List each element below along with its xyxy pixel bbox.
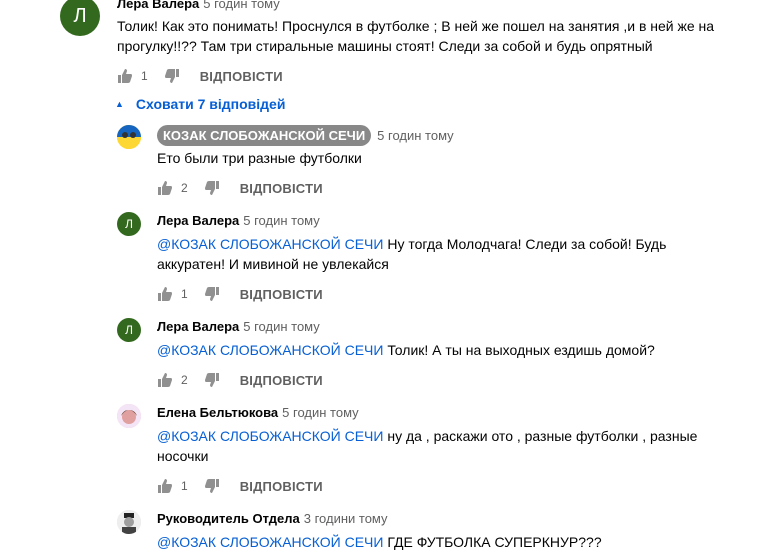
comment-header: Лера Валера 5 годин тому <box>157 319 320 334</box>
timestamp[interactable]: 5 годин тому <box>377 128 454 143</box>
mention-link[interactable]: @КОЗАК СЛОБОЖАНСКОЙ СЕЧИ <box>157 428 383 444</box>
reply-button[interactable]: ВІДПОВІСТИ <box>240 181 323 196</box>
author-name[interactable]: Руководитель Отдела <box>157 511 300 526</box>
dislike-icon[interactable] <box>164 68 180 84</box>
comment-text: @КОЗАК СЛОБОЖАНСКОЙ СЕЧИ Толик! А ты на … <box>157 340 717 360</box>
comment-text: Толик! Как это понимать! Проснулся в фут… <box>117 18 715 54</box>
comment-text: @КОЗАК СЛОБОЖАНСКОЙ СЕЧИ Ну тогда Молодч… <box>157 234 697 274</box>
mention-link[interactable]: @КОЗАК СЛОБОЖАНСКОЙ СЕЧИ <box>157 534 383 550</box>
like-icon[interactable] <box>117 68 133 84</box>
comment-header: КОЗАК СЛОБОЖАНСКОЙ СЕЧИ 5 годин тому <box>157 125 454 146</box>
avatar[interactable]: Л <box>117 212 141 236</box>
avatar-letter: Л <box>125 217 133 231</box>
dislike-icon[interactable] <box>204 372 220 388</box>
comment-header: Лера Валера 5 годин тому <box>117 0 280 11</box>
author-name[interactable]: Елена Бельтюкова <box>157 405 278 420</box>
dislike-icon[interactable] <box>204 180 220 196</box>
reply-button[interactable]: ВІДПОВІСТИ <box>240 373 323 388</box>
avatar[interactable] <box>117 125 141 149</box>
like-icon[interactable] <box>157 372 173 388</box>
comment-actions: 2 ВІДПОВІСТИ <box>157 180 323 196</box>
mention-link[interactable]: @КОЗАК СЛОБОЖАНСКОЙ СЕЧИ <box>157 342 383 358</box>
reply-button[interactable]: ВІДПОВІСТИ <box>240 479 323 494</box>
comment-body: Толик! А ты на выходных ездишь домой? <box>383 342 655 358</box>
timestamp[interactable]: 5 годин тому <box>243 319 320 334</box>
comment-text: @КОЗАК СЛОБОЖАНСКОЙ СЕЧИ ГДЕ ФУТБОЛКА СУ… <box>157 532 717 552</box>
comment-actions: 1 ВІДПОВІСТИ <box>117 68 283 84</box>
dislike-icon[interactable] <box>204 478 220 494</box>
avatar-letter: Л <box>125 323 133 337</box>
avatar[interactable]: Л <box>60 0 100 36</box>
hide-replies-button[interactable]: ▲ Сховати 7 відповідей <box>115 96 285 112</box>
avatar-image-icon <box>117 125 141 149</box>
like-icon[interactable] <box>157 180 173 196</box>
timestamp[interactable]: 5 годин тому <box>282 405 359 420</box>
like-count: 2 <box>181 373 188 387</box>
avatar-image-icon <box>117 404 141 428</box>
author-name[interactable]: Лера Валера <box>117 0 199 11</box>
comment-header: Елена Бельтюкова 5 годин тому <box>157 405 359 420</box>
comment-actions: 2 ВІДПОВІСТИ <box>157 372 323 388</box>
avatar-image-icon <box>117 510 141 534</box>
mention-link[interactable]: @КОЗАК СЛОБОЖАНСКОЙ СЕЧИ <box>157 236 383 252</box>
comment-actions: 1 ВІДПОВІСТИ <box>157 286 323 302</box>
like-count: 1 <box>141 69 148 83</box>
comment-header: Лера Валера 5 годин тому <box>157 213 320 228</box>
like-count: 1 <box>181 287 188 301</box>
avatar[interactable] <box>117 404 141 428</box>
chevron-up-icon: ▲ <box>115 99 124 109</box>
author-name[interactable]: Лера Валера <box>157 319 239 334</box>
timestamp[interactable]: 5 годин тому <box>203 0 280 11</box>
like-count: 1 <box>181 479 188 493</box>
comment-actions: 1 ВІДПОВІСТИ <box>157 478 323 494</box>
timestamp[interactable]: 3 години тому <box>304 511 388 526</box>
timestamp[interactable]: 5 годин тому <box>243 213 320 228</box>
reply-button[interactable]: ВІДПОВІСТИ <box>200 69 283 84</box>
comment-text: @КОЗАК СЛОБОЖАНСКОЙ СЕЧИ ну да , раскажи… <box>157 426 717 466</box>
avatar[interactable]: Л <box>117 318 141 342</box>
comment-header: Руководитель Отдела 3 години тому <box>157 511 388 526</box>
hide-replies-label: Сховати 7 відповідей <box>135 96 286 112</box>
comment-body: ГДЕ ФУТБОЛКА СУПЕРКНУР??? <box>383 534 602 550</box>
comment-text: Ето были три разные футболки <box>157 150 362 166</box>
like-count: 2 <box>181 181 188 195</box>
avatar[interactable] <box>117 510 141 534</box>
like-icon[interactable] <box>157 478 173 494</box>
dislike-icon[interactable] <box>204 286 220 302</box>
avatar-letter: Л <box>73 4 87 27</box>
reply-button[interactable]: ВІДПОВІСТИ <box>240 287 323 302</box>
author-name[interactable]: Лера Валера <box>157 213 239 228</box>
author-badge[interactable]: КОЗАК СЛОБОЖАНСКОЙ СЕЧИ <box>157 125 372 146</box>
like-icon[interactable] <box>157 286 173 302</box>
